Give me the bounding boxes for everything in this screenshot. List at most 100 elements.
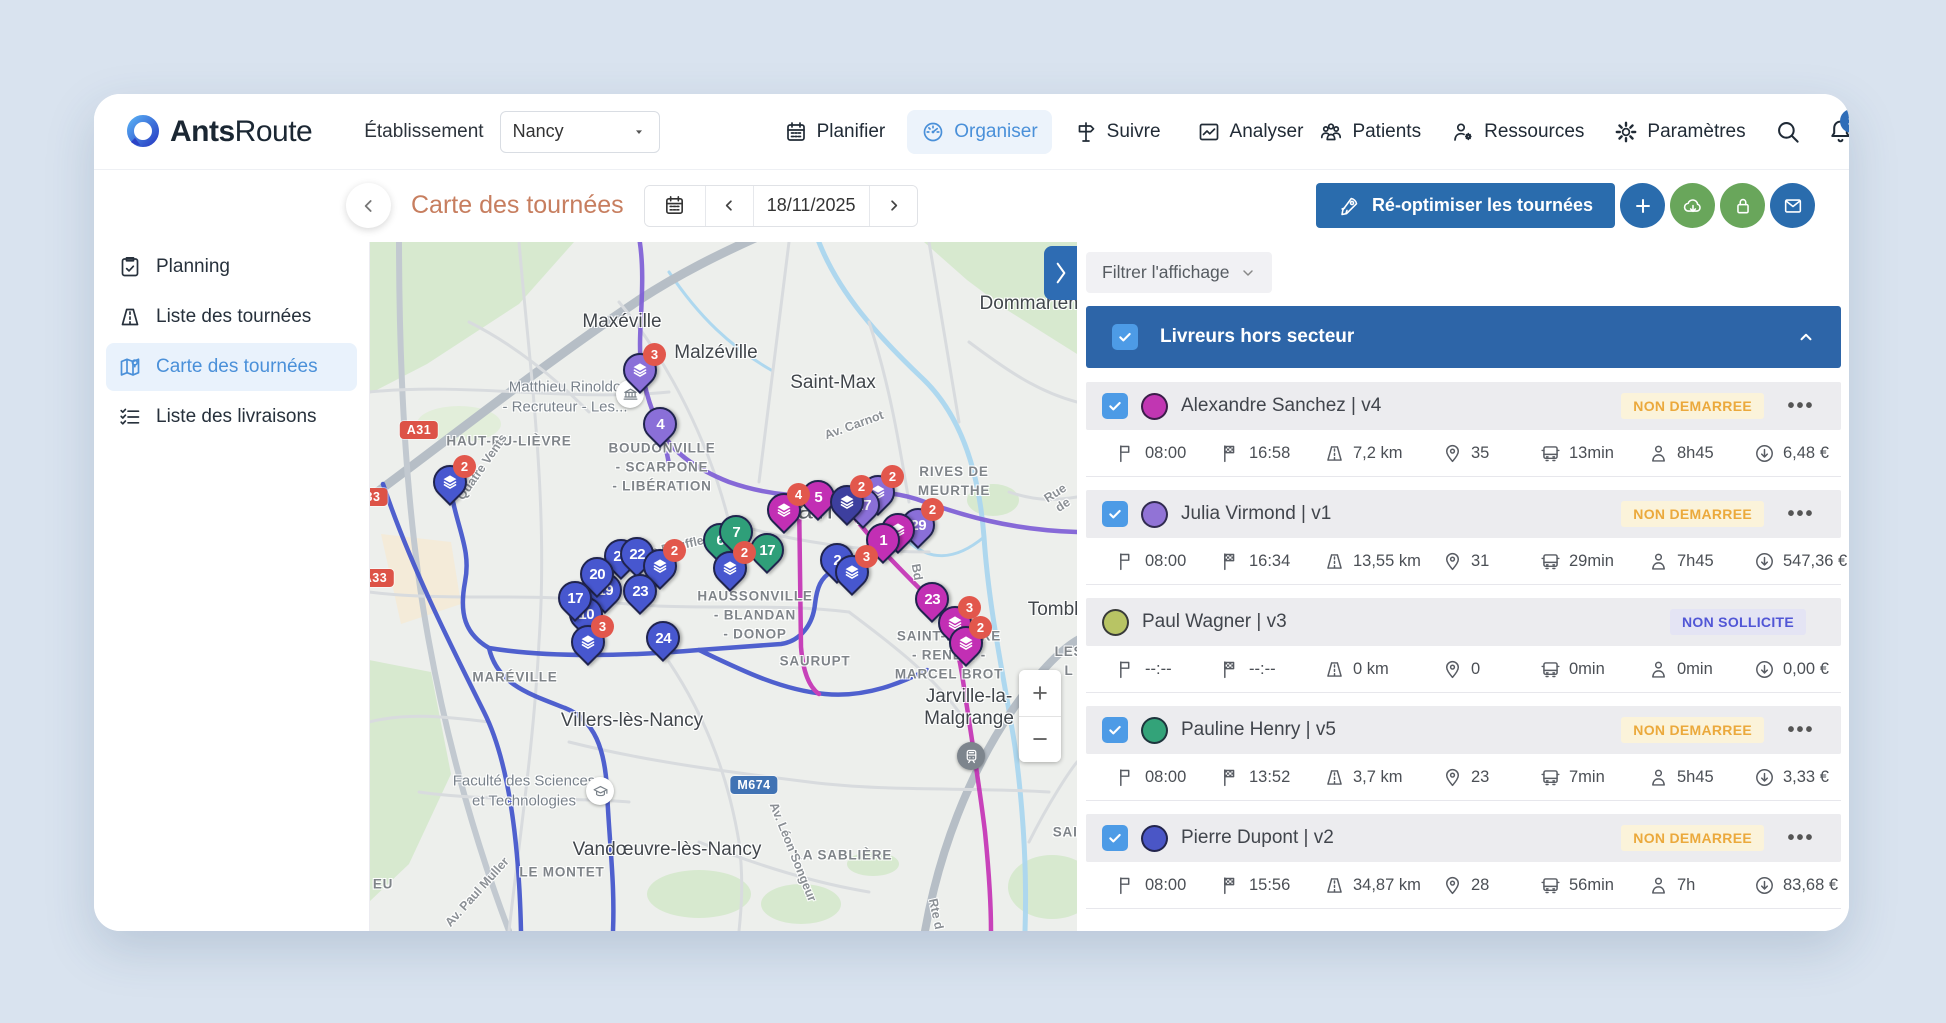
add-button[interactable] [1620, 183, 1665, 228]
map-cluster-pin[interactable]: 2 [425, 455, 476, 507]
driver-menu-button[interactable]: ••• [1777, 827, 1825, 850]
driver-name: Pauline Henry | v5 [1181, 719, 1336, 740]
driver-card-header[interactable]: Julia Virmond | v1 NON DEMARREE ••• [1086, 490, 1841, 538]
driver-list: Alexandre Sanchez | v4 NON DEMARREE ••• 08:… [1086, 382, 1847, 909]
van-icon [1541, 661, 1560, 677]
stat-flag-checkered: 16:34 [1220, 551, 1324, 572]
collapse-sidebar-button[interactable] [346, 183, 391, 228]
establishment-value: Nancy [512, 121, 564, 141]
stat-value: 7h [1677, 875, 1696, 894]
nav-organiser[interactable]: Organiser [907, 109, 1052, 154]
map-cluster-pin[interactable]: 3 [563, 615, 614, 667]
collapse-group-button[interactable] [1797, 328, 1815, 346]
panel-toggle-button[interactable] [1044, 246, 1077, 300]
stat-van: 0min [1540, 659, 1648, 680]
establishment-label: Établissement [364, 120, 484, 142]
driver-checkbox[interactable] [1102, 825, 1128, 851]
driver-menu-button[interactable]: ••• [1777, 719, 1825, 742]
driver-menu-button[interactable]: ••• [1777, 395, 1825, 418]
driver-card-header[interactable]: Alexandre Sanchez | v4 NON DEMARREE ••• [1086, 382, 1841, 430]
reoptimize-button[interactable]: Ré-optimiser les tournées [1315, 183, 1615, 228]
nav-ressources[interactable]: Ressources [1449, 110, 1586, 154]
layers-icon [633, 363, 647, 377]
flag-icon [1120, 552, 1130, 570]
nav-parametres[interactable]: Paramètres [1612, 110, 1747, 154]
filter-display-button[interactable]: Filtrer l'affichage [1086, 252, 1272, 293]
stat-value: 08:00 [1145, 551, 1187, 570]
envelope-icon [1784, 198, 1801, 213]
stat-value: 8h45 [1677, 443, 1714, 462]
toolbar-actions: Ré-optimiser les tournées [1315, 183, 1815, 228]
search-button[interactable] [1774, 118, 1801, 145]
layers-icon [653, 559, 667, 573]
stat-value: 7h45 [1677, 551, 1714, 570]
stat-flag-checkered: 13:52 [1220, 767, 1324, 788]
map-cluster-pin[interactable]: 2 [941, 616, 992, 668]
stat-person: 7h [1648, 875, 1754, 896]
map-stop-pin[interactable]: 4 [635, 399, 685, 449]
group-header-label: Livreurs hors secteur [1160, 326, 1355, 347]
zoom-in-button[interactable]: + [1019, 670, 1061, 716]
checklist-icon [120, 408, 140, 425]
calendar-picker-button[interactable] [644, 185, 705, 226]
road-icon [1327, 877, 1342, 893]
mail-button[interactable] [1770, 183, 1815, 228]
sidebar-item-carte-des-tournees[interactable]: Carte des tournées [106, 343, 357, 391]
road-icon [1327, 553, 1342, 569]
check-icon [1109, 725, 1121, 735]
date-next-button[interactable] [868, 185, 917, 226]
zoom-out-button[interactable]: − [1019, 716, 1061, 762]
map-stop-pin[interactable]: 24 [638, 613, 688, 663]
map-canvas[interactable]: MaxévilleMalzévilleSaint-MaxDommartemont… [369, 242, 1077, 931]
sidebar-item-liste-des-livraisons[interactable]: Liste des livraisons [106, 393, 357, 441]
sidebar-item-label: Liste des tournées [156, 306, 312, 327]
map-cluster-pin[interactable]: 2 [822, 475, 873, 527]
stat-van: 29min [1540, 551, 1648, 572]
driver-menu-button[interactable]: ••• [1777, 503, 1825, 526]
driver-card-header[interactable]: Paul Wagner | v3 NON SOLLICITE [1086, 598, 1841, 646]
driver-checkbox[interactable] [1102, 501, 1128, 527]
establishment-select[interactable]: Nancy [499, 110, 660, 153]
status-badge: NON SOLLICITE [1669, 609, 1806, 635]
pin-icon [1445, 660, 1460, 678]
map-cluster-pin[interactable]: 3 [827, 545, 878, 597]
driver-color-dot [1102, 608, 1129, 636]
lock-button[interactable] [1720, 183, 1765, 228]
pin-number: 1 [879, 531, 887, 549]
map-cluster-pin[interactable]: 3 [615, 343, 666, 395]
driver-card-header[interactable]: Pierre Dupont | v2 NON DEMARREE ••• [1086, 814, 1841, 862]
group-checkbox[interactable] [1112, 324, 1138, 350]
nav-planifier[interactable]: Planifier [770, 110, 900, 154]
person-gear-icon [1454, 122, 1472, 141]
stat-flag: 08:00 [1116, 767, 1220, 788]
road-icon [1327, 769, 1342, 785]
stat-value: 6,48 € [1783, 443, 1829, 462]
pin-icon [1445, 768, 1460, 786]
current-date[interactable]: 18/11/2025 [752, 185, 869, 226]
nav-patients[interactable]: Patients [1317, 110, 1423, 154]
sidebar-item-planning[interactable]: Planning [106, 243, 357, 291]
nav-analyser[interactable]: Analyser [1183, 110, 1318, 154]
driver-checkbox[interactable] [1102, 393, 1128, 419]
cluster-count-badge: 2 [453, 455, 476, 478]
lock-icon [1736, 198, 1749, 213]
nav-suivre[interactable]: Suivre [1060, 110, 1175, 154]
chevron-up-icon [1800, 333, 1812, 341]
group-header-livreurs-hors-secteur[interactable]: Livreurs hors secteur [1086, 306, 1841, 368]
sidebar-item-liste-des-tournees[interactable]: Liste des tournées [106, 293, 357, 341]
map-cluster-pin[interactable]: 2 [705, 541, 756, 593]
pin-number: 7 [732, 523, 740, 541]
layers-icon [723, 561, 737, 575]
van-icon [1541, 553, 1560, 569]
date-prev-button[interactable] [704, 185, 753, 226]
cloud-download-button[interactable] [1670, 183, 1715, 228]
nav-label: Analyser [1229, 120, 1304, 142]
check-icon [1109, 401, 1121, 411]
nav-label: Organiser [954, 120, 1038, 142]
driver-card-header[interactable]: Pauline Henry | v5 NON DEMARREE ••• [1086, 706, 1841, 754]
driver-checkbox[interactable] [1102, 717, 1128, 743]
map-stop-pin[interactable]: 17 [550, 573, 600, 623]
map-cluster-pin[interactable]: 4 [759, 483, 810, 535]
map-stop-pin[interactable]: 23 [615, 566, 665, 616]
stat-pin: 35 [1442, 443, 1540, 464]
